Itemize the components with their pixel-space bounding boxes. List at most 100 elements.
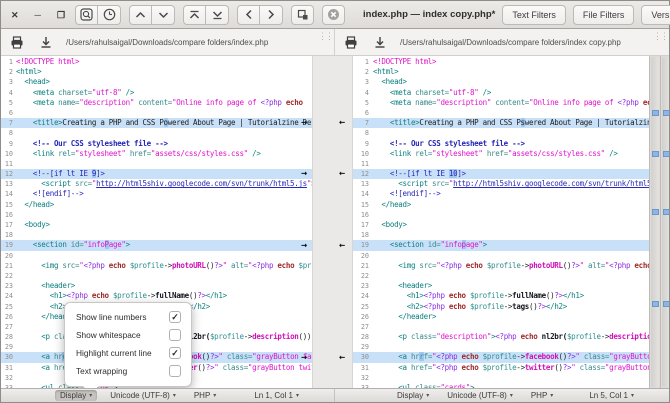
merge-left-arrow[interactable]: ← xyxy=(339,353,345,363)
diff-scroll-marker[interactable] xyxy=(652,301,659,307)
close-file-button[interactable] xyxy=(322,5,345,25)
language-menu-button[interactable]: PHP▾ xyxy=(526,390,558,401)
code-line[interactable]: <header> xyxy=(373,281,649,291)
code-line[interactable] xyxy=(16,251,312,261)
checkbox-checked-icon[interactable]: ✓ xyxy=(169,347,181,359)
code-line[interactable]: <meta name="description" content="Online… xyxy=(373,98,649,108)
next-change-button[interactable] xyxy=(152,5,175,25)
close-window-icon[interactable]: ✕ xyxy=(11,10,19,20)
code-line[interactable]: <![endif]--> xyxy=(373,189,649,199)
drag-handle-icon[interactable]: ⋮⋮ xyxy=(318,33,332,39)
display-menu-item[interactable]: Show whitespace xyxy=(65,326,191,344)
code-line[interactable]: <meta charset="utf-8" /> xyxy=(373,88,649,98)
code-line[interactable] xyxy=(373,210,649,220)
code-line[interactable] xyxy=(16,128,312,138)
zoom-button[interactable] xyxy=(75,5,98,25)
code-line[interactable]: </head> xyxy=(373,200,649,210)
code-line[interactable] xyxy=(16,271,312,281)
code-line[interactable]: <meta name="description" content="Online… xyxy=(16,98,312,108)
copy-changes-button[interactable] xyxy=(291,5,314,25)
code-line[interactable]: <!-- Our CSS stylesheet file --> xyxy=(373,139,649,149)
merge-right-arrow[interactable]: → xyxy=(301,118,307,128)
merge-right-arrow[interactable]: → xyxy=(301,353,307,363)
code-line[interactable]: <header> xyxy=(16,281,312,291)
maximize-window-icon[interactable]: ❒ xyxy=(57,10,65,20)
cursor-position-button[interactable]: Ln 1, Col 1▾ xyxy=(249,390,304,401)
first-change-button[interactable] xyxy=(183,5,206,25)
display-menu-item[interactable]: Highlight current line✓ xyxy=(65,344,191,362)
merge-right-arrow[interactable]: → xyxy=(301,241,307,251)
code-line[interactable]: <section id="infoPage"> xyxy=(16,240,312,250)
print-icon[interactable] xyxy=(10,36,24,49)
language-menu-button[interactable]: PHP▾ xyxy=(189,390,221,401)
code-line[interactable]: <a href="<?php echo $profile->twitter()?… xyxy=(373,363,649,373)
diff-scroll-marker[interactable] xyxy=(652,110,659,116)
merge-left-arrow[interactable]: ← xyxy=(339,118,345,128)
code-line[interactable]: <title>Creating a PHP and CSS Pswered Ab… xyxy=(373,118,649,128)
code-line[interactable]: <script src="http://html5shiv.googlecode… xyxy=(373,179,649,189)
code-line[interactable]: </header> xyxy=(373,312,649,322)
code-line[interactable] xyxy=(373,108,649,118)
cursor-position-button[interactable]: Ln 5, Col 1▾ xyxy=(584,390,639,401)
code-line[interactable] xyxy=(16,210,312,220)
code-line[interactable] xyxy=(373,373,649,383)
code-line[interactable]: <body> xyxy=(16,220,312,230)
code-line[interactable]: <a hrrf="<?php echo $profile->facebook()… xyxy=(373,352,649,362)
code-line[interactable]: <html> xyxy=(16,67,312,77)
display-menu-item[interactable]: Show line numbers✓ xyxy=(65,308,191,326)
merge-left-arrow[interactable]: ← xyxy=(339,169,345,179)
go-back-button[interactable] xyxy=(237,5,260,25)
code-line[interactable]: <ul class="cards"> xyxy=(373,383,649,388)
code-line[interactable]: <!--[if lt IE 9]> xyxy=(16,169,312,179)
code-line[interactable]: <img src="<?php echo $profile->photoURL(… xyxy=(16,261,312,271)
diff-scroll-marker[interactable] xyxy=(663,301,669,307)
code-line[interactable]: <link rel="stylesheet" href="assets/css/… xyxy=(16,149,312,159)
code-line[interactable]: </head> xyxy=(16,200,312,210)
checkbox-unchecked-icon[interactable] xyxy=(169,329,181,341)
code-line[interactable] xyxy=(373,159,649,169)
code-line[interactable]: <html> xyxy=(373,67,649,77)
code-line[interactable] xyxy=(16,230,312,240)
code-line[interactable] xyxy=(373,251,649,261)
diff-scroll-marker[interactable] xyxy=(663,110,669,116)
encoding-menu-button[interactable]: Unicode (UTF-8)▾ xyxy=(442,390,518,401)
file-filters-button[interactable]: File Filters xyxy=(573,5,635,25)
encoding-menu-button[interactable]: Unicode (UTF-8)▾ xyxy=(105,390,181,401)
checkbox-unchecked-icon[interactable] xyxy=(169,365,181,377)
code-line[interactable]: <section id="infopage"> xyxy=(373,240,649,250)
merge-left-arrow[interactable]: ← xyxy=(339,241,345,251)
display-menu-item[interactable]: Text wrapping xyxy=(65,362,191,380)
previous-change-button[interactable] xyxy=(129,5,152,25)
last-change-button[interactable] xyxy=(206,5,229,25)
version-filters-button[interactable]: Version Filters xyxy=(641,5,670,25)
diff-scroll-marker[interactable] xyxy=(652,151,659,157)
code-line[interactable]: <!DOCTYPE html> xyxy=(373,57,649,67)
code-line[interactable] xyxy=(373,271,649,281)
code-line[interactable]: <h1><?php echo $profile->fullName()?></h… xyxy=(373,291,649,301)
code-line[interactable]: <!--[if lt IE 10]> xyxy=(373,169,649,179)
save-download-icon[interactable] xyxy=(40,36,52,49)
code-line[interactable]: <body> xyxy=(373,220,649,230)
code-line[interactable] xyxy=(373,128,649,138)
merge-right-arrow[interactable]: → xyxy=(301,169,307,179)
diff-scroll-marker[interactable] xyxy=(663,209,669,215)
right-scrollbar[interactable] xyxy=(660,56,669,388)
code-line[interactable]: <link rel="stylesheet" href="assets/css/… xyxy=(373,149,649,159)
left-scrollbar[interactable] xyxy=(649,56,660,388)
code-line[interactable] xyxy=(373,322,649,332)
code-line[interactable]: <head> xyxy=(16,77,312,87)
minimize-window-icon[interactable]: ─ xyxy=(35,10,41,20)
code-line[interactable] xyxy=(16,108,312,118)
diff-scroll-marker[interactable] xyxy=(652,209,659,215)
code-line[interactable] xyxy=(373,342,649,352)
code-line[interactable]: <p class="description"><?php echo nl2br(… xyxy=(373,332,649,342)
save-download-icon[interactable] xyxy=(374,36,386,49)
code-line[interactable] xyxy=(373,230,649,240)
code-line[interactable]: <head> xyxy=(373,77,649,87)
code-line[interactable] xyxy=(16,159,312,169)
go-forward-button[interactable] xyxy=(260,5,283,25)
code-line[interactable]: <img src="<?php echo $profile->photoURL(… xyxy=(373,261,649,271)
code-line[interactable]: <![endif]--> xyxy=(16,189,312,199)
print-icon[interactable] xyxy=(344,36,358,49)
code-line[interactable]: <h2><?php echo $profile->tags()?></h2> xyxy=(373,302,649,312)
